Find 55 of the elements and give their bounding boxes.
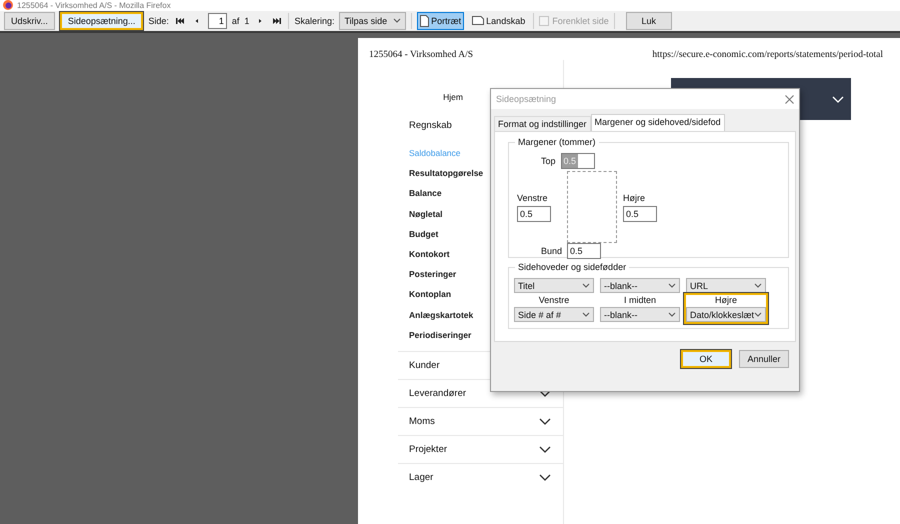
- close-button[interactable]: Luk: [626, 12, 672, 30]
- group-title: Sidehoveder og sidefødder: [515, 262, 630, 272]
- nav-section[interactable]: Moms: [398, 406, 563, 435]
- page-number-field[interactable]: 1: [208, 12, 227, 29]
- nav-section[interactable]: Lager: [398, 462, 563, 491]
- close-icon: [785, 94, 794, 104]
- chevron-down-icon: [668, 283, 676, 288]
- column-label: Venstre: [538, 295, 570, 305]
- landscape-page-icon: [472, 16, 484, 26]
- field-label: Top: [541, 156, 556, 166]
- page-header-title: 1255064 - Virksomhed A/S: [369, 50, 474, 60]
- margin-field[interactable]: 0.5: [623, 206, 657, 222]
- chevron-down-icon: [582, 283, 590, 288]
- dialog-title: Sideopsætning: [496, 94, 556, 104]
- first-page-button[interactable]: [174, 16, 186, 26]
- print-button[interactable]: Udskriv...: [4, 12, 55, 30]
- cancel-button[interactable]: Annuller: [739, 350, 789, 368]
- margin-field[interactable]: 0.5: [517, 206, 551, 222]
- margin-field[interactable]: 0.5: [567, 243, 602, 259]
- firefox-logo-icon: [3, 0, 13, 10]
- nav-section[interactable]: Projekter: [398, 434, 563, 463]
- footer-dropdown[interactable]: Side # af #: [514, 307, 594, 322]
- chevron-down-icon: [393, 18, 402, 24]
- portrait-button[interactable]: Portræt: [417, 12, 464, 30]
- chevron-down-icon: [832, 96, 844, 102]
- scale-dropdown[interactable]: Tilpas side: [339, 12, 406, 30]
- chevron-down-icon: [754, 283, 762, 288]
- last-page-icon: [273, 18, 282, 24]
- portrait-page-icon: [420, 14, 430, 27]
- scale-label: Skalering:: [294, 16, 334, 26]
- page-total: 1: [244, 16, 250, 26]
- page-header-url: https://secure.e-conomic.com/reports/statements/period-total: [652, 50, 883, 60]
- window-title: 1255064 - Virksomhed A/S - Mozilla Firefox: [17, 0, 171, 10]
- group-title: Margener (tommer): [515, 137, 599, 147]
- column-label: Højre: [715, 295, 737, 305]
- page-label: Side:: [148, 16, 169, 26]
- landscape-button[interactable]: Landskab: [469, 12, 528, 30]
- page-setup-button[interactable]: Sideopsætning...: [60, 12, 144, 30]
- field-label: Venstre: [517, 192, 548, 202]
- header-dropdown[interactable]: URL: [686, 278, 766, 293]
- chevron-down-icon: [754, 312, 762, 317]
- ok-button[interactable]: OK: [681, 350, 731, 368]
- first-page-icon: [176, 18, 184, 24]
- chevron-down-icon: [668, 312, 676, 317]
- last-page-button[interactable]: [271, 16, 284, 26]
- dialog-tab[interactable]: Margener og sidehoved/sidefod: [590, 114, 725, 131]
- of-label: af: [232, 16, 240, 26]
- chevron-down-icon: [582, 312, 590, 317]
- column-label: I midten: [624, 295, 656, 305]
- field-label: Bund: [541, 246, 562, 256]
- footer-dropdown[interactable]: Dato/klokkeslæt: [686, 307, 766, 322]
- field-label: Højre: [623, 192, 645, 202]
- header-dropdown[interactable]: Titel: [514, 278, 594, 293]
- footer-dropdown[interactable]: --blank--: [600, 307, 680, 322]
- header-dropdown[interactable]: --blank--: [600, 278, 680, 293]
